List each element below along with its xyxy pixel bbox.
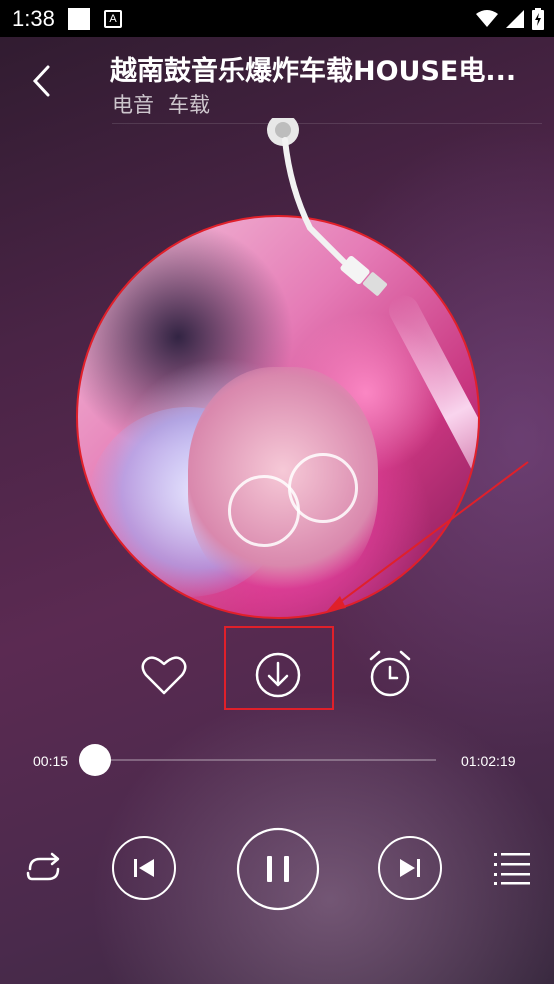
playback-controls	[0, 825, 554, 915]
status-time: 1:38	[12, 6, 55, 31]
tag-item[interactable]: 电音	[112, 89, 154, 119]
tag-item[interactable]: 车载	[168, 89, 210, 119]
wifi-icon	[476, 10, 498, 27]
battery-icon	[532, 8, 544, 30]
album-art-glasses	[288, 453, 358, 523]
heart-icon[interactable]	[140, 653, 188, 697]
status-icons	[476, 8, 544, 30]
chevron-left-icon[interactable]	[24, 63, 60, 99]
progress-thumb[interactable]	[79, 744, 112, 776]
progress-bar: 00:15 01:02:19	[0, 740, 554, 780]
pause-icon[interactable]	[236, 827, 320, 911]
playlist-icon[interactable]	[494, 851, 530, 885]
a-notification-icon: A	[104, 10, 122, 28]
skip-previous-icon[interactable]	[111, 835, 177, 901]
alarm-clock-icon[interactable]	[366, 649, 414, 699]
progress-track[interactable]	[94, 759, 436, 761]
current-time: 00:15	[33, 753, 69, 769]
song-tags: 电音 车载	[112, 89, 210, 119]
action-row	[0, 625, 554, 715]
download-icon[interactable]	[254, 651, 302, 699]
tonearm-needle	[267, 118, 387, 296]
repeat-icon[interactable]	[24, 851, 64, 887]
total-time: 01:02:19	[461, 753, 516, 769]
signal-icon	[506, 10, 524, 28]
status-bar: 1:38 A	[0, 0, 554, 37]
skip-next-icon[interactable]	[377, 835, 443, 901]
song-title: 越南鼓音乐爆炸车载HOUSE电...	[110, 56, 517, 87]
notification-icon	[68, 8, 90, 30]
player-header: 越南鼓音乐爆炸车载HOUSE电... 电音 车载	[0, 37, 554, 127]
album-art-neon	[383, 290, 478, 534]
